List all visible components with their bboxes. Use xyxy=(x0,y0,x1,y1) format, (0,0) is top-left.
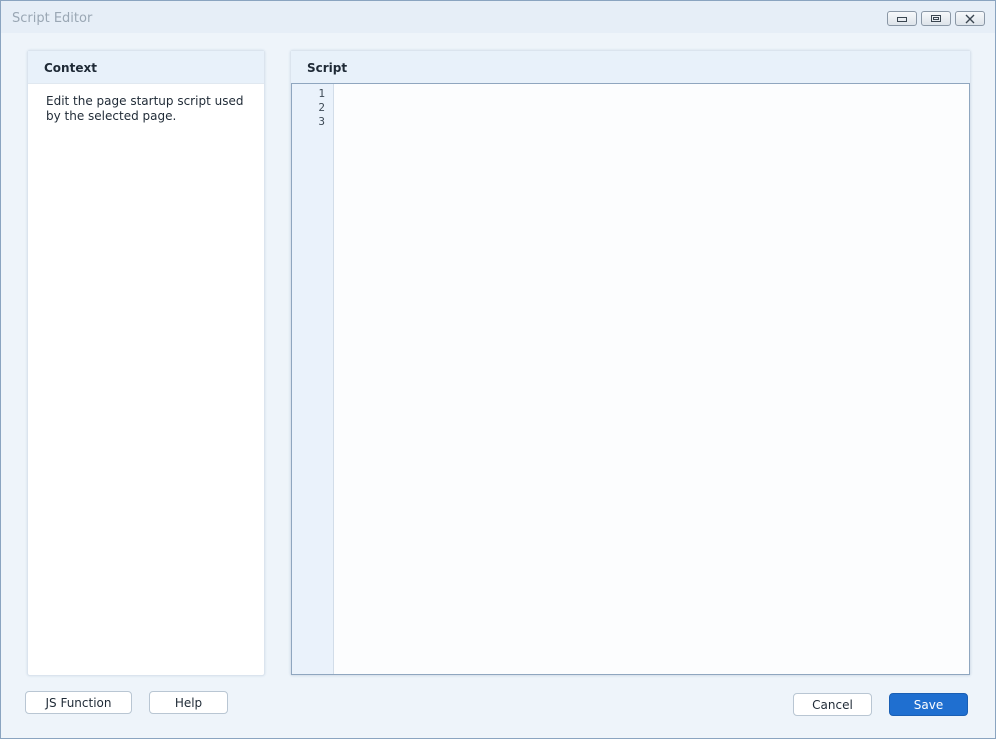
line-number: 3 xyxy=(318,115,325,128)
context-panel: Context Edit the page startup script use… xyxy=(27,50,265,676)
close-icon xyxy=(964,14,976,24)
script-editor[interactable]: 1 2 3 xyxy=(291,83,970,675)
context-title: Context xyxy=(44,61,97,75)
minimize-icon xyxy=(896,15,908,23)
title-bar[interactable]: Script Editor xyxy=(1,1,995,33)
line-number: 2 xyxy=(318,101,325,114)
cancel-button[interactable]: Cancel xyxy=(793,693,872,716)
script-title: Script xyxy=(307,61,348,75)
window-title: Script Editor xyxy=(12,11,93,26)
line-number-gutter: 1 2 3 xyxy=(292,84,334,674)
script-panel: Script 1 2 3 xyxy=(290,50,971,676)
close-button[interactable] xyxy=(955,11,985,26)
script-editor-window: Script Editor Context Edit the page star… xyxy=(0,0,996,739)
help-button[interactable]: Help xyxy=(149,691,228,714)
maximize-button[interactable] xyxy=(921,11,951,26)
maximize-icon xyxy=(930,14,942,23)
script-panel-header: Script xyxy=(291,51,970,84)
save-button[interactable]: Save xyxy=(889,693,968,716)
line-number: 1 xyxy=(318,87,325,100)
code-text-area[interactable] xyxy=(334,84,969,674)
context-description: Edit the page startup script used by the… xyxy=(46,94,244,123)
minimize-button[interactable] xyxy=(887,11,917,26)
js-function-button[interactable]: JS Function xyxy=(25,691,132,714)
context-panel-header: Context xyxy=(28,51,264,84)
